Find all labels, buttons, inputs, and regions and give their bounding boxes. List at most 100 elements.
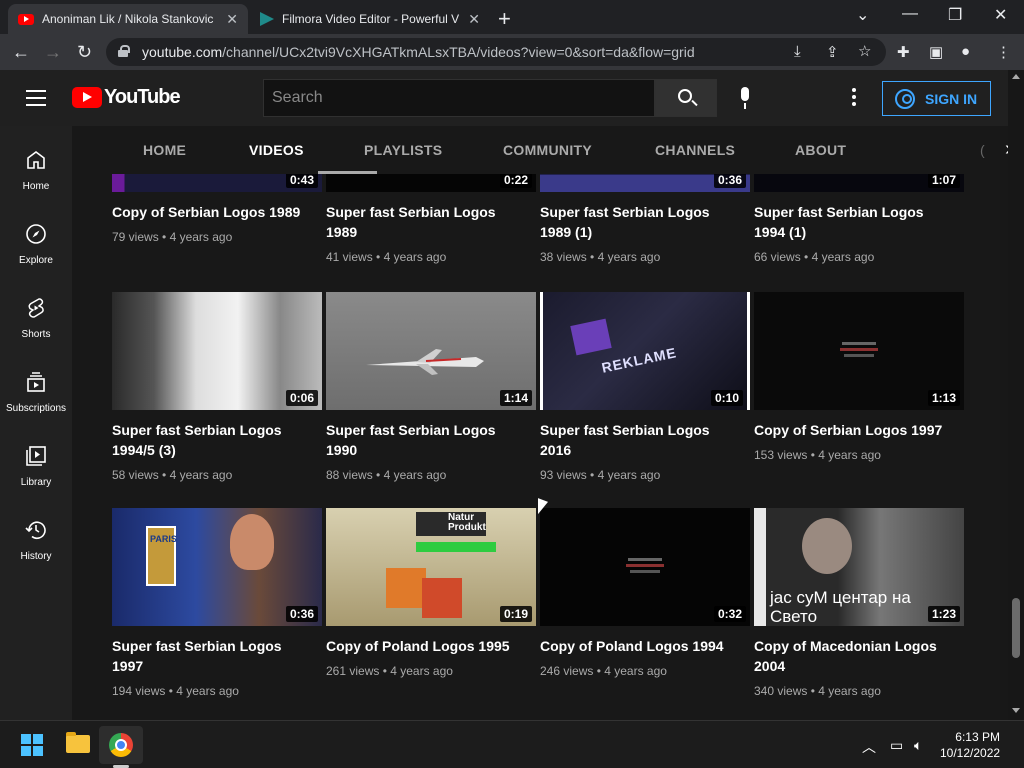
- video-meta: 38 views • 4 years ago: [540, 250, 661, 264]
- video-title[interactable]: Super fast Serbian Logos 1994/5 (3): [112, 420, 312, 460]
- scrollbar-thumb[interactable]: [1012, 598, 1020, 658]
- reload-icon[interactable]: ↻: [77, 42, 92, 63]
- search-button[interactable]: [655, 79, 717, 117]
- tab-close-icon[interactable]: ✕: [468, 11, 480, 28]
- scroll-down-icon[interactable]: [1012, 708, 1020, 713]
- tab-about[interactable]: ABOUT: [795, 142, 846, 158]
- address-bar[interactable]: youtube.com/channel/UCx2tvi9VcXHGATkmALs…: [106, 38, 886, 66]
- tab-close-icon[interactable]: ✕: [226, 11, 238, 28]
- video-card[interactable]: PARIS 0:36 Super fast Serbian Logos 1997…: [112, 508, 322, 698]
- sidebar-item-library[interactable]: Library: [0, 422, 72, 496]
- extensions-icon[interactable]: ✚: [897, 43, 910, 61]
- hamburger-menu-icon[interactable]: [26, 90, 46, 106]
- video-title[interactable]: Super fast Serbian Logos 1990: [326, 420, 526, 460]
- tab-channels[interactable]: CHANNELS: [655, 142, 735, 158]
- chrome-taskbar-icon[interactable]: [109, 733, 133, 757]
- tab-community[interactable]: COMMUNITY: [503, 142, 592, 158]
- settings-kebab-icon[interactable]: [852, 88, 856, 109]
- share-icon[interactable]: ⇪: [826, 43, 839, 61]
- youtube-favicon-icon: [18, 13, 34, 25]
- video-thumbnail[interactable]: 0:06: [112, 292, 322, 410]
- tray-chevron-icon[interactable]: ︿: [862, 737, 876, 757]
- profile-icon[interactable]: ●: [961, 43, 970, 60]
- new-tab-icon[interactable]: +: [498, 6, 511, 32]
- video-title[interactable]: Copy of Serbian Logos 1997: [754, 420, 954, 440]
- video-thumbnail[interactable]: 0:43: [112, 174, 322, 192]
- browser-tab-youtube[interactable]: Anoniman Lik / Nikola Stankovic ✕: [8, 4, 248, 34]
- window-close-icon[interactable]: ✕: [994, 5, 1007, 25]
- video-thumbnail[interactable]: PARIS 0:36: [112, 508, 322, 626]
- browser-titlebar: Anoniman Lik / Nikola Stankovic ✕ Filmor…: [0, 0, 1024, 34]
- sidebar-item-home[interactable]: Home: [0, 126, 72, 200]
- file-explorer-icon[interactable]: [66, 732, 90, 753]
- video-title[interactable]: Copy of Poland Logos 1995: [326, 636, 526, 656]
- minimize-icon[interactable]: —: [902, 5, 918, 23]
- install-icon[interactable]: ⤓: [794, 43, 801, 60]
- sidebar-item-history[interactable]: History: [0, 496, 72, 570]
- video-card[interactable]: 0:06 Super fast Serbian Logos 1994/5 (3)…: [112, 292, 322, 482]
- volume-icon[interactable]: 🔈︎: [914, 737, 922, 754]
- video-card[interactable]: 0:36 Super fast Serbian Logos 1989 (1) 3…: [540, 174, 750, 264]
- sidebar-item-explore[interactable]: Explore: [0, 200, 72, 274]
- video-card[interactable]: 0:32 Copy of Poland Logos 1994 246 views…: [540, 508, 750, 678]
- video-title[interactable]: Copy of Poland Logos 1994: [540, 636, 740, 656]
- video-title[interactable]: Super fast Serbian Logos 1994 (1): [754, 202, 954, 242]
- video-thumbnail[interactable]: јас суМ центар на Свето 1:23: [754, 508, 964, 626]
- chrome-menu-icon[interactable]: ⋮: [996, 43, 1011, 61]
- sidebar-item-shorts[interactable]: Shorts: [0, 274, 72, 348]
- network-icon[interactable]: ▭: [890, 737, 903, 754]
- video-title[interactable]: Copy of Macedonian Logos 2004: [754, 636, 954, 676]
- search-input[interactable]: [264, 80, 654, 116]
- video-thumbnail[interactable]: 1:07: [754, 174, 964, 192]
- video-thumbnail[interactable]: Natur Produkt 0:19: [326, 508, 536, 626]
- taskbar-clock[interactable]: 6:13 PM 10/12/2022: [940, 729, 1000, 761]
- video-title[interactable]: Copy of Serbian Logos 1989: [112, 202, 312, 222]
- video-card[interactable]: REKLAME 0:10 Super fast Serbian Logos 20…: [540, 292, 750, 482]
- video-title[interactable]: Super fast Serbian Logos 1989 (1): [540, 202, 740, 242]
- video-thumbnail[interactable]: 0:32: [540, 508, 750, 626]
- videos-grid: 0:43 Copy of Serbian Logos 1989 79 views…: [72, 174, 1008, 720]
- page-scrollbar[interactable]: [1008, 70, 1024, 720]
- video-card[interactable]: 1:13 Copy of Serbian Logos 1997 153 view…: [754, 292, 964, 462]
- browser-tab-filmora[interactable]: Filmora Video Editor - Powerful V ✕: [250, 4, 490, 34]
- filmora-favicon-icon: [260, 12, 274, 26]
- video-meta: 340 views • 4 years ago: [754, 684, 881, 698]
- back-icon[interactable]: ←: [12, 42, 30, 63]
- video-card[interactable]: 1:07 Super fast Serbian Logos 1994 (1) 6…: [754, 174, 964, 264]
- side-panel-icon[interactable]: ▣: [929, 43, 943, 61]
- video-thumbnail[interactable]: 0:22: [326, 174, 536, 192]
- video-meta: 246 views • 4 years ago: [540, 664, 667, 678]
- tab-title: Filmora Video Editor - Powerful V: [282, 12, 460, 26]
- video-card[interactable]: 0:43 Copy of Serbian Logos 1989 79 views…: [112, 174, 322, 244]
- restore-icon[interactable]: ❐: [948, 5, 962, 25]
- video-card[interactable]: јас суМ центар на Свето 1:23 Copy of Mac…: [754, 508, 964, 698]
- video-card[interactable]: 1:14 Super fast Serbian Logos 1990 88 vi…: [326, 292, 536, 482]
- video-duration: 0:10: [710, 390, 743, 406]
- video-duration: 0:36: [713, 174, 746, 188]
- youtube-play-icon: [72, 87, 102, 108]
- video-thumbnail[interactable]: 0:36: [540, 174, 750, 192]
- tab-search-chevron-icon[interactable]: ⌄: [856, 5, 869, 25]
- video-title[interactable]: Super fast Serbian Logos 1997: [112, 636, 312, 676]
- tab-videos[interactable]: VIDEOS: [249, 142, 304, 158]
- sign-in-button[interactable]: SIGN IN: [882, 81, 991, 116]
- scroll-up-icon[interactable]: [1012, 74, 1020, 79]
- video-thumbnail[interactable]: 1:14: [326, 292, 536, 410]
- video-card[interactable]: 0:22 Super fast Serbian Logos 1989 41 vi…: [326, 174, 536, 264]
- sidebar-item-subscriptions[interactable]: Subscriptions: [0, 348, 72, 422]
- bookmark-star-icon[interactable]: ☆: [858, 42, 871, 60]
- video-title[interactable]: Super fast Serbian Logos 2016: [540, 420, 740, 460]
- lock-icon[interactable]: [118, 45, 130, 57]
- windows-start-icon[interactable]: [21, 734, 43, 756]
- tab-home[interactable]: HOME: [143, 142, 186, 158]
- youtube-logo[interactable]: YouTube: [72, 86, 181, 109]
- forward-icon[interactable]: →: [44, 42, 62, 63]
- video-meta: 41 views • 4 years ago: [326, 250, 447, 264]
- video-card[interactable]: Natur Produkt 0:19 Copy of Poland Logos …: [326, 508, 536, 678]
- video-thumbnail[interactable]: REKLAME 0:10: [540, 292, 750, 410]
- tab-playlists[interactable]: PLAYLISTS: [364, 142, 442, 158]
- video-thumbnail[interactable]: 1:13: [754, 292, 964, 410]
- microphone-icon[interactable]: [739, 87, 751, 109]
- video-title[interactable]: Super fast Serbian Logos 1989: [326, 202, 526, 242]
- url-text[interactable]: youtube.com/channel/UCx2tvi9VcXHGATkmALs…: [142, 44, 695, 60]
